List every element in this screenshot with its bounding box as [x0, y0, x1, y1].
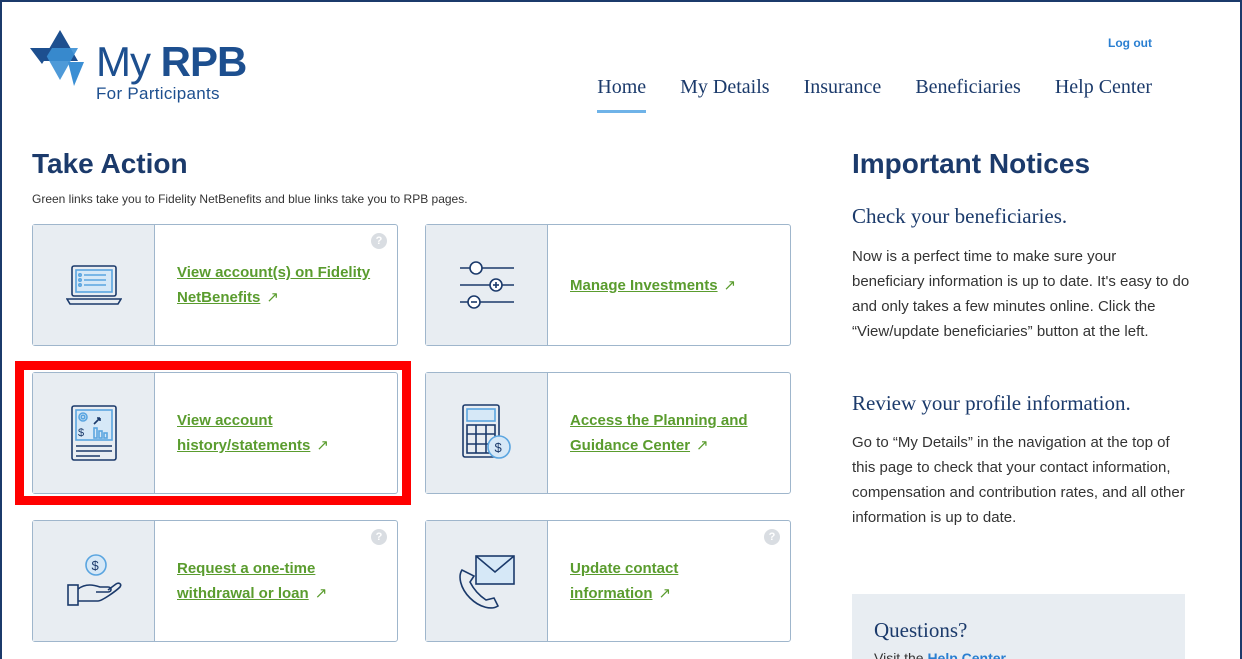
- external-arrow-icon: ↗: [696, 437, 709, 454]
- nav-beneficiaries[interactable]: Beneficiaries: [915, 76, 1021, 99]
- sliders-icon: [426, 225, 548, 345]
- take-action-title: Take Action: [32, 148, 188, 179]
- svg-text:$: $: [494, 440, 502, 455]
- card-manage-investments[interactable]: Manage Investments ↗: [425, 224, 791, 346]
- external-arrow-icon: ↗: [314, 585, 328, 602]
- nav-home[interactable]: Home: [597, 76, 646, 113]
- logo-tagline: For Participants: [96, 84, 220, 103]
- envelope-phone-icon: [426, 521, 548, 641]
- star-logo-icon: [30, 30, 84, 86]
- update-contact-link[interactable]: Update contact information ↗: [570, 556, 678, 606]
- nav-help-center[interactable]: Help Center: [1055, 76, 1152, 99]
- card-withdrawal-loan[interactable]: $ Request a one-time withdrawal or loan ↗…: [32, 520, 398, 642]
- help-center-link[interactable]: Help Center: [927, 650, 1006, 659]
- notice-heading-beneficiaries: Check your beneficiaries.: [852, 204, 1068, 228]
- questions-panel: Questions? Visit the Help Center: [852, 594, 1185, 659]
- nav-insurance[interactable]: Insurance: [804, 76, 882, 99]
- card-account-history[interactable]: $ View account history/statements ↗: [32, 372, 398, 494]
- card-view-accounts[interactable]: View account(s) on Fidelity NetBenefits ↗…: [32, 224, 398, 346]
- external-arrow-icon: ↗: [723, 276, 737, 294]
- calculator-icon: $: [426, 373, 548, 493]
- withdrawal-loan-link[interactable]: Request a one-time withdrawal or loan ↗: [177, 556, 327, 606]
- external-arrow-icon: ↗: [316, 437, 329, 454]
- logo-wordmark: My RPB: [96, 38, 247, 85]
- external-arrow-icon: ↗: [266, 289, 279, 306]
- account-history-link[interactable]: View account history/statements ↗: [177, 408, 329, 458]
- card-update-contact[interactable]: Update contact information ↗ ?: [425, 520, 791, 642]
- help-icon[interactable]: ?: [371, 233, 387, 249]
- statement-icon: $: [33, 373, 155, 493]
- card-planning-center[interactable]: $ Access the Planning and Guidance Cente…: [425, 372, 791, 494]
- main-nav: Home My Details Insurance Beneficiaries …: [563, 76, 1152, 113]
- notice-text-profile: Go to “My Details” in the navigation at …: [852, 434, 1185, 526]
- svg-text:$: $: [91, 558, 99, 573]
- page-frame: My RPB For Participants Log out Home My …: [0, 0, 1242, 659]
- svg-text:$: $: [78, 427, 84, 439]
- myrpb-logo[interactable]: My RPB For Participants: [30, 28, 260, 108]
- external-arrow-icon: ↗: [658, 585, 672, 602]
- view-accounts-link[interactable]: View account(s) on Fidelity NetBenefits ↗: [177, 260, 370, 310]
- questions-text: Visit the Help Center: [874, 650, 1006, 659]
- laptop-icon: [33, 225, 155, 345]
- manage-investments-link[interactable]: Manage Investments ↗: [570, 273, 736, 298]
- notice-heading-profile: Review your profile information.: [852, 391, 1131, 415]
- planning-center-link[interactable]: Access the Planning and Guidance Center ↗: [570, 408, 748, 458]
- important-notices-title: Important Notices: [852, 148, 1091, 179]
- take-action-intro: Green links take you to Fidelity NetBene…: [32, 192, 468, 206]
- logout-link[interactable]: Log out: [1108, 36, 1152, 50]
- hand-coin-icon: $: [33, 521, 155, 641]
- help-icon[interactable]: ?: [371, 529, 387, 545]
- help-icon[interactable]: ?: [764, 529, 780, 545]
- nav-my-details[interactable]: My Details: [680, 76, 769, 99]
- questions-title: Questions?: [874, 618, 968, 642]
- notice-text-beneficiaries: Now is a perfect time to make sure your …: [852, 248, 1190, 340]
